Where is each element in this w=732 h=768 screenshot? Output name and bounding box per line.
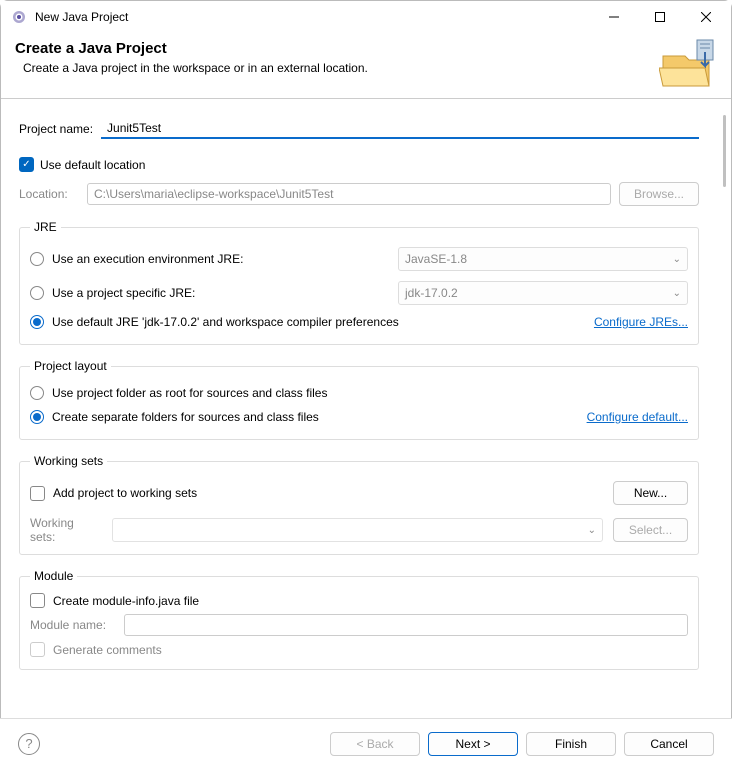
chevron-down-icon: ⌄ (673, 254, 681, 265)
jre-group: JRE Use an execution environment JRE: Ja… (19, 220, 699, 345)
window-icon (11, 9, 27, 25)
help-icon[interactable]: ? (18, 733, 40, 755)
create-module-info-label: Create module-info.java file (53, 594, 688, 608)
browse-button: Browse... (619, 182, 699, 206)
cancel-button[interactable]: Cancel (624, 732, 714, 756)
jre-option-execution-env-label: Use an execution environment JRE: (52, 252, 390, 266)
titlebar: New Java Project (1, 1, 731, 33)
project-name-input[interactable] (101, 119, 699, 139)
add-to-working-sets-checkbox[interactable] (30, 486, 45, 501)
scrollbar[interactable] (717, 111, 731, 670)
chevron-down-icon: ⌄ (673, 288, 681, 299)
page-title: Create a Java Project (15, 40, 647, 57)
jre-legend: JRE (30, 220, 61, 234)
back-button: < Back (330, 732, 420, 756)
working-sets-select-label: Working sets: (30, 516, 102, 544)
jre-option-project-specific-radio[interactable] (30, 286, 44, 300)
configure-jres-link[interactable]: Configure JREs... (594, 315, 688, 329)
page-description: Create a Java project in the workspace o… (15, 61, 647, 75)
working-sets-select: ⌄ (112, 518, 603, 542)
module-name-label: Module name: (30, 618, 116, 632)
close-button[interactable] (683, 1, 729, 33)
module-name-input (124, 614, 688, 636)
working-sets-new-button[interactable]: New... (613, 481, 688, 505)
jre-option-default-radio[interactable] (30, 315, 44, 329)
project-name-label: Project name: (19, 122, 93, 136)
use-default-location-label: Use default location (40, 158, 145, 172)
project-layout-legend: Project layout (30, 359, 111, 373)
jre-option-project-specific-label: Use a project specific JRE: (52, 286, 390, 300)
layout-root-folder-label: Use project folder as root for sources a… (52, 386, 688, 400)
scrollbar-thumb[interactable] (723, 115, 726, 187)
module-legend: Module (30, 569, 77, 583)
use-default-location-checkbox[interactable]: ✓ (19, 157, 34, 172)
project-jre-select: jdk-17.0.2 ⌄ (398, 281, 688, 305)
project-layout-group: Project layout Use project folder as roo… (19, 359, 699, 440)
jre-option-default-label: Use default JRE 'jdk-17.0.2' and workspa… (52, 315, 586, 329)
generate-comments-label: Generate comments (53, 643, 688, 657)
add-to-working-sets-label: Add project to working sets (53, 486, 605, 500)
window-title: New Java Project (35, 10, 591, 24)
layout-separate-folders-label: Create separate folders for sources and … (52, 410, 579, 424)
working-sets-group: Working sets Add project to working sets… (19, 454, 699, 555)
execution-env-select: JavaSE-1.8 ⌄ (398, 247, 688, 271)
create-module-info-checkbox[interactable] (30, 593, 45, 608)
layout-root-folder-radio[interactable] (30, 386, 44, 400)
generate-comments-checkbox (30, 642, 45, 657)
wizard-header: Create a Java Project Create a Java proj… (1, 33, 731, 99)
working-sets-legend: Working sets (30, 454, 107, 468)
wizard-footer: ? < Back Next > Finish Cancel (0, 718, 732, 768)
maximize-button[interactable] (637, 1, 683, 33)
module-group: Module Create module-info.java file Modu… (19, 569, 699, 670)
wizard-banner-icon (659, 38, 717, 90)
working-sets-select-button: Select... (613, 518, 688, 542)
layout-separate-folders-radio[interactable] (30, 410, 44, 424)
jre-option-execution-env-radio[interactable] (30, 252, 44, 266)
finish-button[interactable]: Finish (526, 732, 616, 756)
configure-default-link[interactable]: Configure default... (587, 410, 688, 424)
minimize-button[interactable] (591, 1, 637, 33)
location-input (87, 183, 611, 205)
location-label: Location: (19, 187, 79, 201)
next-button[interactable]: Next > (428, 732, 518, 756)
chevron-down-icon: ⌄ (588, 525, 596, 536)
